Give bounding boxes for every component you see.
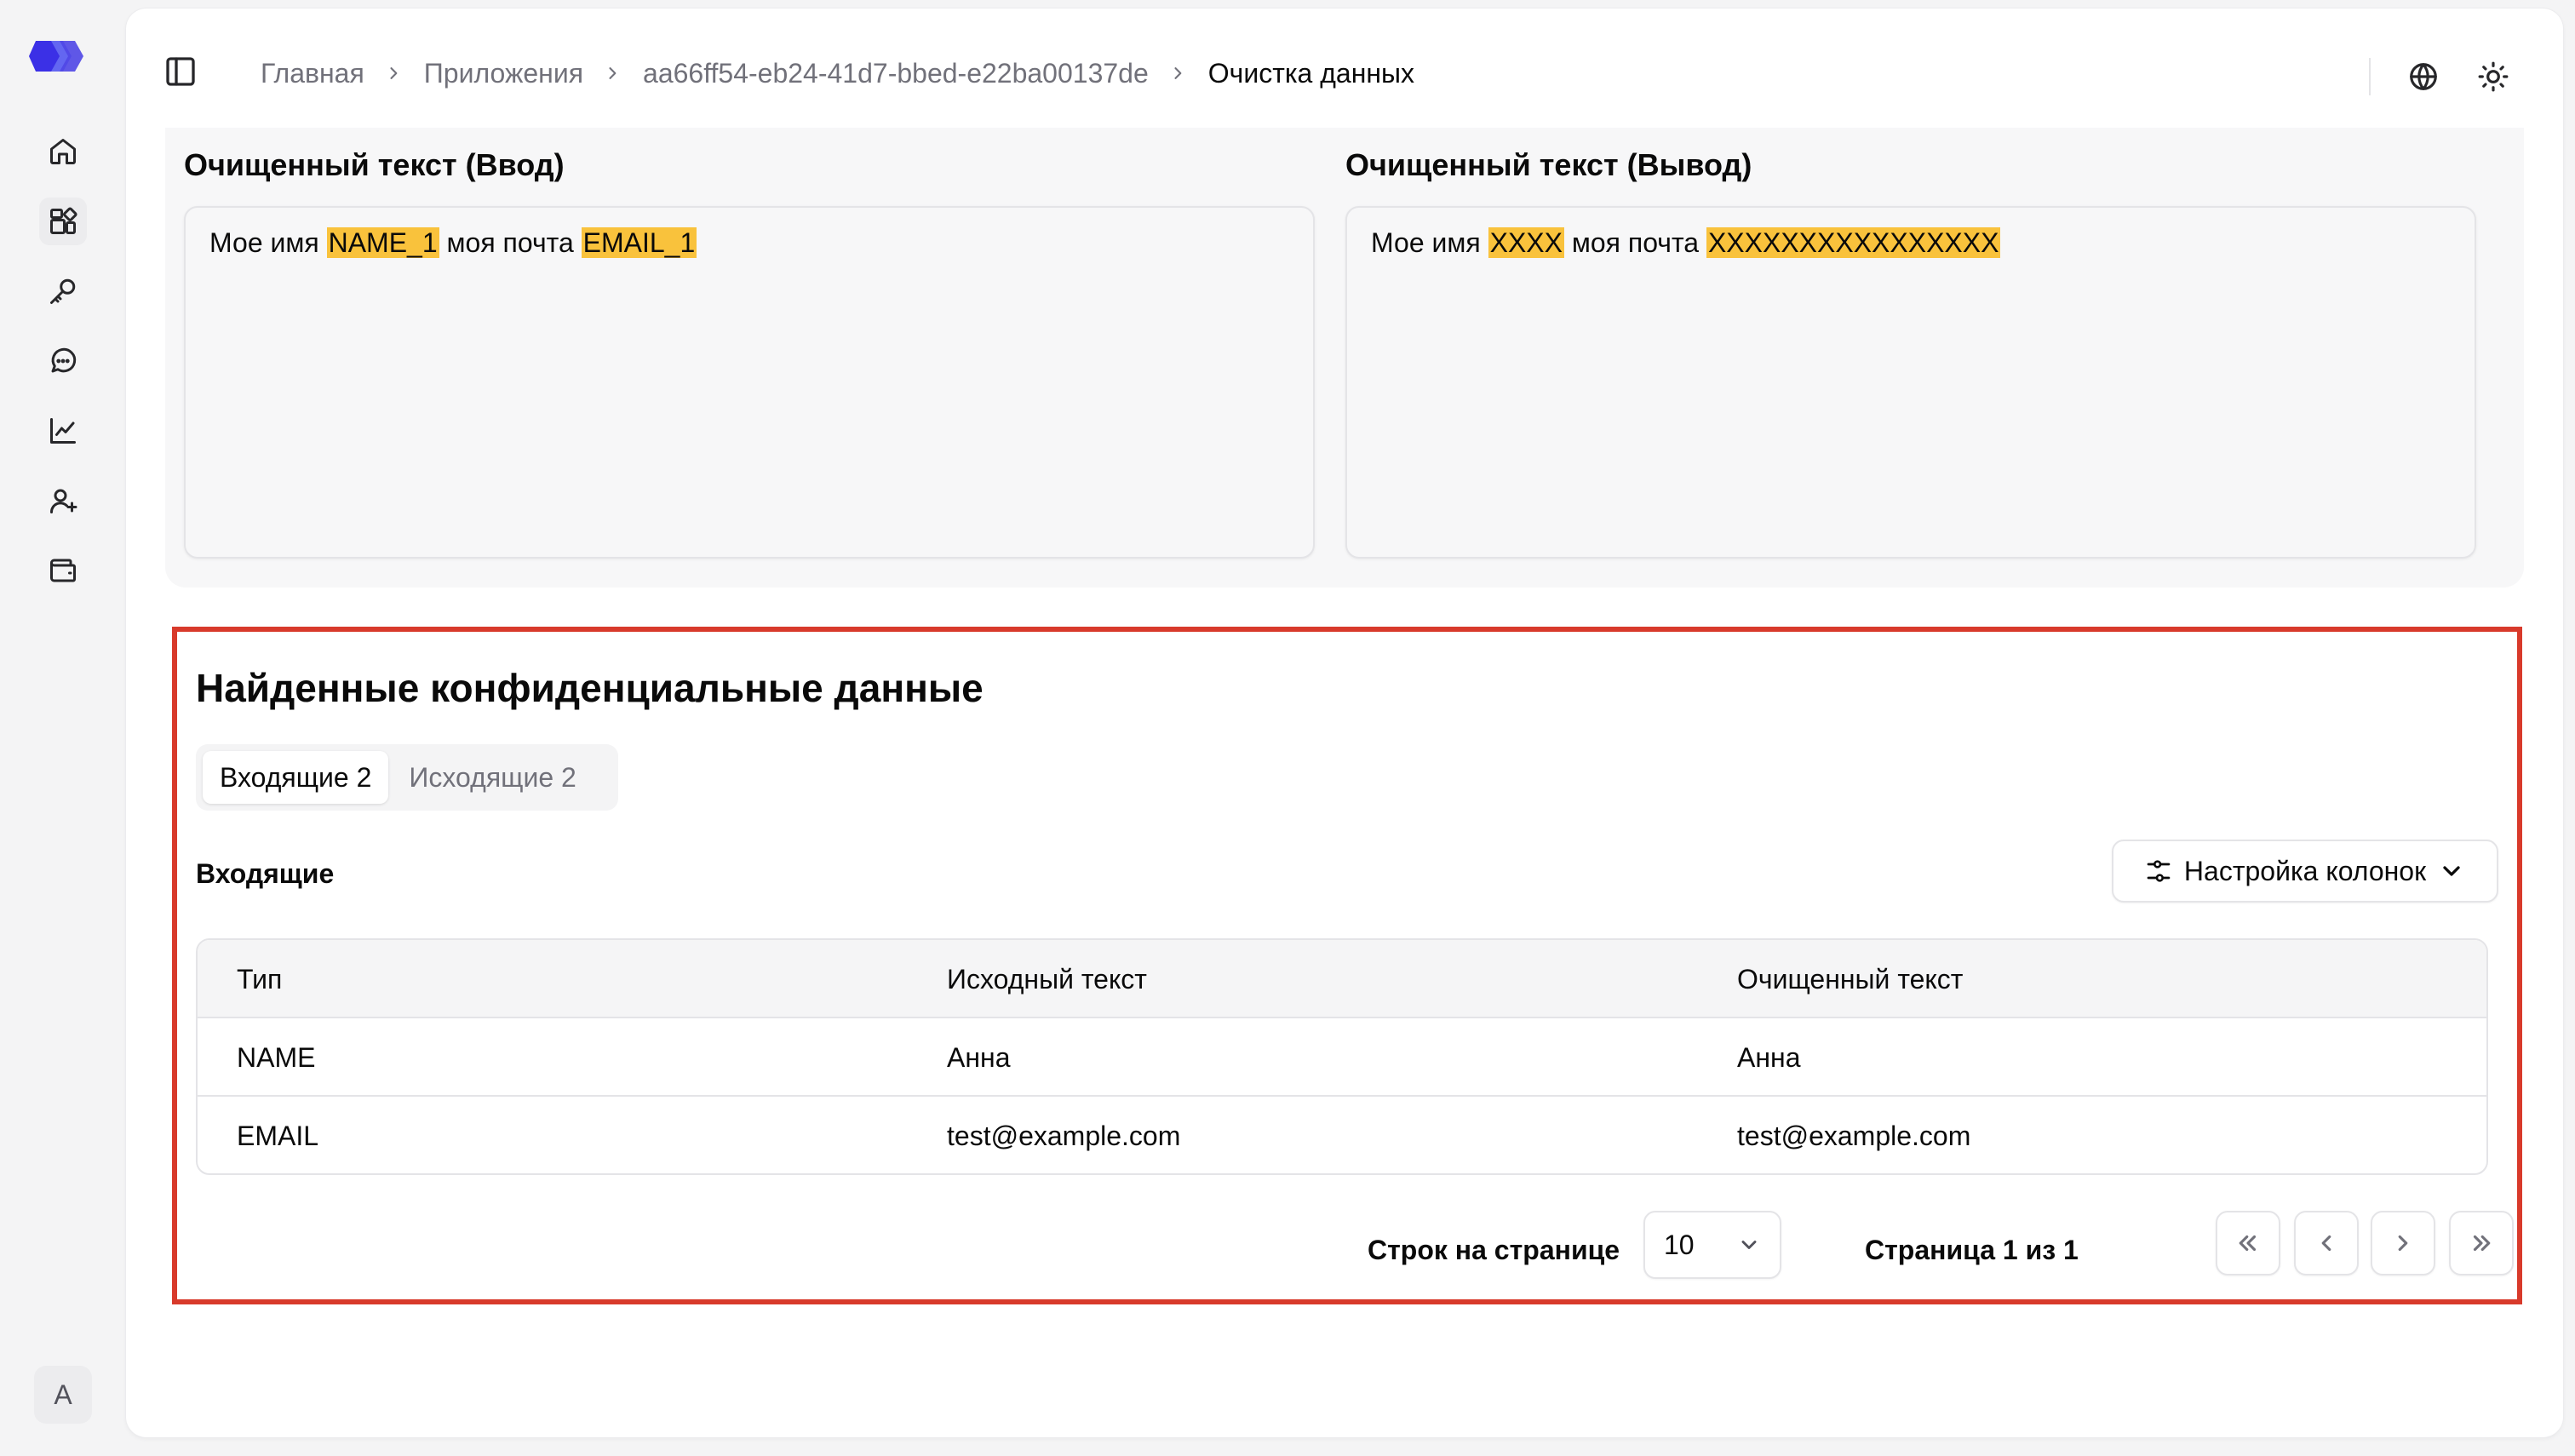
add-user-icon (49, 489, 77, 513)
output-column: Очищенный текст (Вывод) Мое имя XXXX моя… (1345, 146, 2476, 559)
found-sensitive-data-section: Найденные конфиденциальные данные Входящ… (172, 627, 2522, 1304)
output-text-part: моя почта (1563, 227, 1706, 258)
output-token-email: XXXXXXXXXXXXXXXX (1706, 227, 2001, 258)
breadcrumb-app-id[interactable]: aa66ff54-eb24-41d7-bbed-e22ba00137de (643, 58, 1149, 89)
cell-type: EMAIL (237, 1121, 319, 1151)
chevron-right-icon (390, 67, 398, 79)
cell-type: NAME (237, 1042, 316, 1073)
cleaned-text-card: Очищенный текст (Ввод) Мое имя NAME_1 мо… (165, 128, 2524, 588)
sidebar-item-users[interactable] (39, 477, 87, 525)
breadcrumb-current: Очистка данных (1207, 57, 1415, 89)
sidebar-item-home[interactable] (39, 128, 87, 175)
table-subtitle: Входящие (196, 858, 335, 889)
wallet-icon (50, 559, 76, 582)
sidebar-item-keys[interactable] (39, 267, 87, 315)
table-row[interactable]: NAME Анна Анна (198, 1018, 2486, 1097)
sidebar-item-analytics[interactable] (39, 407, 87, 455)
topbar-divider (2369, 58, 2371, 95)
chevrons-right-icon (2473, 1235, 2491, 1252)
chevron-down-icon (2443, 866, 2460, 876)
logo-icon[interactable] (29, 37, 94, 75)
column-header-type[interactable]: Тип (237, 940, 282, 1018)
input-title: Очищенный текст (Ввод) (184, 147, 565, 182)
language-button[interactable] (2405, 58, 2442, 95)
globe-icon (2410, 63, 2437, 90)
chart-icon (50, 418, 76, 444)
avatar[interactable]: A (34, 1366, 92, 1424)
app-root: A Главная Приложения aa66ff54-eb24-41d7-… (0, 0, 2575, 1456)
input-token-email: EMAIL_1 (581, 227, 697, 258)
sidebar: A (0, 0, 126, 1456)
input-column: Очищенный текст (Ввод) Мое имя NAME_1 мо… (184, 146, 1315, 559)
cell-original: Анна (947, 1042, 1011, 1073)
chevron-right-icon (609, 67, 617, 79)
chevrons-left-icon (2239, 1235, 2257, 1252)
page-info: Страница 1 из 1 (1865, 1235, 2079, 1265)
cell-original: test@example.com (947, 1121, 1181, 1151)
chevron-right-icon (2398, 1235, 2408, 1252)
sliders-icon (2147, 860, 2171, 882)
sidebar-item-chat[interactable] (39, 337, 87, 385)
breadcrumb: Главная Приложения aa66ff54-eb24-41d7-bb… (261, 56, 1414, 90)
home-icon (50, 139, 76, 164)
chevron-left-icon (2321, 1235, 2331, 1252)
output-token-name: XXXX (1488, 227, 1564, 258)
column-header-original[interactable]: Исходный текст (947, 940, 1147, 1018)
prev-page-button[interactable] (2294, 1211, 2359, 1275)
rows-per-page-value: 10 (1664, 1230, 1695, 1260)
column-settings-button[interactable]: Настройка колонок (2112, 840, 2498, 903)
column-header-cleaned[interactable]: Очищенный текст (1737, 940, 1963, 1018)
output-text-box[interactable]: Мое имя XXXX моя почта XXXXXXXXXXXXXXXX (1345, 206, 2476, 559)
direction-tabs: Входящие 2 Исходящие 2 (196, 744, 618, 811)
cell-cleaned: test@example.com (1737, 1121, 1971, 1151)
rows-per-page-select[interactable]: 10 (1643, 1211, 1781, 1279)
output-title: Очищенный текст (Вывод) (1345, 147, 1752, 182)
sensitive-data-table: Тип Исходный текст Очищенный текст NAME … (196, 938, 2488, 1175)
apps-icon (50, 207, 77, 234)
column-settings-label: Настройка колонок (2183, 855, 2427, 886)
tab-incoming[interactable]: Входящие 2 (203, 751, 389, 804)
first-page-button[interactable] (2216, 1211, 2280, 1275)
cell-cleaned: Анна (1737, 1042, 1801, 1073)
main-panel: Главная Приложения aa66ff54-eb24-41d7-bb… (126, 9, 2563, 1437)
section-title: Найденные конфиденциальные данные (196, 666, 984, 710)
input-text-box[interactable]: Мое имя NAME_1 моя почта EMAIL_1 (184, 206, 1315, 559)
sidebar-item-billing[interactable] (39, 547, 87, 594)
input-token-name: NAME_1 (326, 227, 439, 258)
output-text-part: Мое имя (1371, 227, 1488, 258)
key-icon (50, 278, 76, 304)
sidebar-item-apps[interactable] (39, 198, 87, 245)
sun-icon (2478, 61, 2509, 92)
rows-per-page-label: Строк на странице (1368, 1235, 1620, 1265)
input-text-part: моя почта (439, 227, 582, 258)
breadcrumb-home[interactable]: Главная (261, 58, 364, 89)
theme-toggle-button[interactable] (2475, 58, 2512, 95)
chevron-right-icon (1174, 67, 1182, 79)
topbar: Главная Приложения aa66ff54-eb24-41d7-bb… (126, 9, 2563, 135)
sidebar-toggle-icon[interactable] (163, 54, 198, 89)
input-text-part: Мое имя (209, 227, 327, 258)
table-header-row: Тип Исходный текст Очищенный текст (198, 940, 2486, 1018)
chat-icon (51, 347, 77, 373)
tab-outgoing[interactable]: Исходящие 2 (392, 751, 593, 804)
next-page-button[interactable] (2371, 1211, 2435, 1275)
chevron-down-icon (1741, 1241, 1757, 1249)
breadcrumb-apps[interactable]: Приложения (424, 58, 583, 89)
table-row[interactable]: EMAIL test@example.com test@example.com (198, 1097, 2486, 1173)
last-page-button[interactable] (2449, 1211, 2514, 1275)
